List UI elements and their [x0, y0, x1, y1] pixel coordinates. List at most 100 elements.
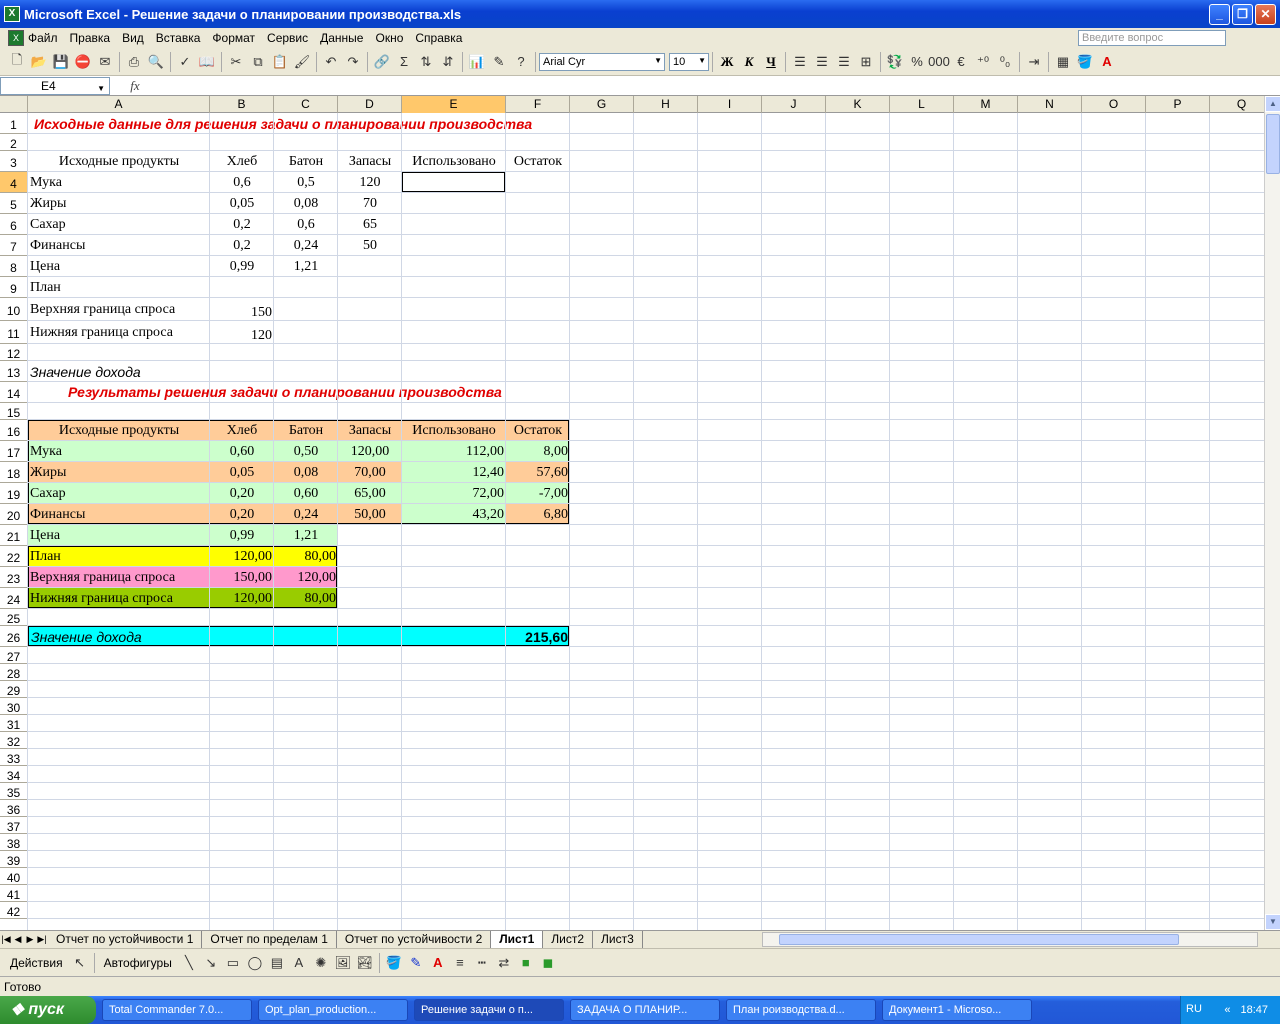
result-header-cell[interactable]: Остаток: [506, 420, 570, 441]
line-icon[interactable]: ╲: [178, 952, 200, 974]
row-header-22[interactable]: 22: [0, 546, 28, 567]
align-left-icon[interactable]: ☰: [789, 51, 811, 73]
input-value[interactable]: 0,08: [274, 193, 338, 214]
result-lower-bound[interactable]: Нижняя граница спроса: [28, 588, 210, 609]
bold-button[interactable]: Ж: [716, 51, 738, 73]
result-value[interactable]: 57,60: [506, 462, 570, 483]
hyperlink-icon[interactable]: 🔗: [371, 51, 393, 73]
fill-color-draw-icon[interactable]: 🪣: [383, 952, 405, 974]
row-header-8[interactable]: 8: [0, 256, 28, 277]
task-opt-plan[interactable]: Opt_plan_production...: [258, 999, 408, 1021]
row-header-32[interactable]: 32: [0, 732, 28, 749]
select-all-corner[interactable]: [0, 96, 28, 113]
row-header-11[interactable]: 11: [0, 321, 28, 344]
line-style-icon[interactable]: ≡: [449, 952, 471, 974]
row-header-13[interactable]: 13: [0, 361, 28, 382]
result-lower-bound[interactable]: 120,00: [210, 588, 274, 609]
result-value[interactable]: 0,60: [210, 441, 274, 462]
save-icon[interactable]: 💾: [50, 51, 72, 73]
decrease-decimal-icon[interactable]: ⁰₀: [994, 51, 1016, 73]
thousands-icon[interactable]: 000: [928, 51, 950, 73]
tab-list3[interactable]: Лист3: [593, 931, 643, 948]
header-cell[interactable]: Батон: [274, 151, 338, 172]
price-value[interactable]: 1,21: [274, 256, 338, 277]
result-value[interactable]: 70,00: [338, 462, 402, 483]
result-value[interactable]: 8,00: [506, 441, 570, 462]
last-sheet-icon[interactable]: ▶|: [36, 934, 48, 945]
task-total-commander[interactable]: Total Commander 7.0...: [102, 999, 252, 1021]
excel-app-icon[interactable]: X: [4, 6, 20, 22]
lower-bound-value[interactable]: 120: [210, 321, 274, 344]
plan-label[interactable]: План: [28, 277, 210, 298]
result-value[interactable]: 0,05: [210, 462, 274, 483]
row-header-42[interactable]: 42: [0, 902, 28, 919]
arrow-style-icon[interactable]: ⇄: [493, 952, 515, 974]
menu-insert[interactable]: Вставка: [150, 31, 207, 45]
column-header-i[interactable]: I: [698, 96, 762, 113]
task-word-zadacha[interactable]: ЗАДАЧА О ПЛАНИР...: [570, 999, 720, 1021]
chart-wizard-icon[interactable]: 📊: [466, 51, 488, 73]
print-icon[interactable]: ⎙: [123, 51, 145, 73]
row-header-39[interactable]: 39: [0, 851, 28, 868]
income-result-label[interactable]: Значение дохода: [28, 626, 506, 647]
result-value[interactable]: 0,50: [274, 441, 338, 462]
input-value[interactable]: 50: [338, 235, 402, 256]
ask-question-input[interactable]: Введите вопрос: [1078, 30, 1226, 46]
result-value[interactable]: 43,20: [402, 504, 506, 525]
email-icon[interactable]: ✉: [94, 51, 116, 73]
3d-icon[interactable]: ◼: [537, 952, 559, 974]
input-value[interactable]: 0,2: [210, 214, 274, 235]
picture-icon[interactable]: 🏞: [354, 952, 376, 974]
indent-icon[interactable]: ⇥: [1023, 51, 1045, 73]
row-header-3[interactable]: 3: [0, 151, 28, 172]
row-header-24[interactable]: 24: [0, 588, 28, 609]
permission-icon[interactable]: ⛔: [72, 51, 94, 73]
result-upper-bound[interactable]: 150,00: [210, 567, 274, 588]
prev-sheet-icon[interactable]: ◀: [12, 934, 24, 945]
result-value[interactable]: 0,20: [210, 504, 274, 525]
result-product-name[interactable]: Сахар: [28, 483, 210, 504]
menu-window[interactable]: Окно: [369, 31, 409, 45]
italic-button[interactable]: К: [738, 51, 760, 73]
row-header-5[interactable]: 5: [0, 193, 28, 214]
insert-function-icon[interactable]: fx: [110, 78, 160, 94]
euro-icon[interactable]: €: [950, 51, 972, 73]
textbox-icon[interactable]: ▤: [266, 952, 288, 974]
oval-icon[interactable]: ◯: [244, 952, 266, 974]
product-name[interactable]: Финансы: [28, 235, 210, 256]
row-header-27[interactable]: 27: [0, 647, 28, 664]
drawing-icon[interactable]: ✎: [488, 51, 510, 73]
paste-icon[interactable]: 📋: [269, 51, 291, 73]
open-icon[interactable]: 📂: [28, 51, 50, 73]
align-center-icon[interactable]: ☰: [811, 51, 833, 73]
font-name-select[interactable]: Arial Cyr ▼: [539, 52, 665, 71]
row-header-38[interactable]: 38: [0, 834, 28, 851]
result-plan[interactable]: 120,00: [210, 546, 274, 567]
minimize-button[interactable]: _: [1209, 4, 1230, 25]
maximize-button[interactable]: ❐: [1232, 4, 1253, 25]
horizontal-scrollbar[interactable]: [762, 932, 1258, 947]
tab-list2[interactable]: Лист2: [543, 931, 594, 948]
row-header-41[interactable]: 41: [0, 885, 28, 902]
menu-format[interactable]: Формат: [206, 31, 261, 45]
formula-input[interactable]: [160, 77, 1280, 95]
header-cell[interactable]: Использовано: [402, 151, 506, 172]
input-value[interactable]: 70: [338, 193, 402, 214]
column-header-d[interactable]: D: [338, 96, 402, 113]
first-sheet-icon[interactable]: |◀: [0, 934, 12, 945]
header-cell[interactable]: Остаток: [506, 151, 570, 172]
result-upper-bound[interactable]: 120,00: [274, 567, 338, 588]
row-header-9[interactable]: 9: [0, 277, 28, 298]
result-value[interactable]: 0,60: [274, 483, 338, 504]
product-name[interactable]: Мука: [28, 172, 210, 193]
input-value[interactable]: 65: [338, 214, 402, 235]
fill-color-icon[interactable]: 🪣: [1074, 51, 1096, 73]
menu-help[interactable]: Справка: [409, 31, 468, 45]
row-header-20[interactable]: 20: [0, 504, 28, 525]
column-header-f[interactable]: F: [506, 96, 570, 113]
result-header-cell[interactable]: Батон: [274, 420, 338, 441]
sort-asc-icon[interactable]: ⇅: [415, 51, 437, 73]
merge-center-icon[interactable]: ⊞: [855, 51, 877, 73]
result-plan[interactable]: 80,00: [274, 546, 338, 567]
select-objects-icon[interactable]: ↖: [69, 952, 91, 974]
